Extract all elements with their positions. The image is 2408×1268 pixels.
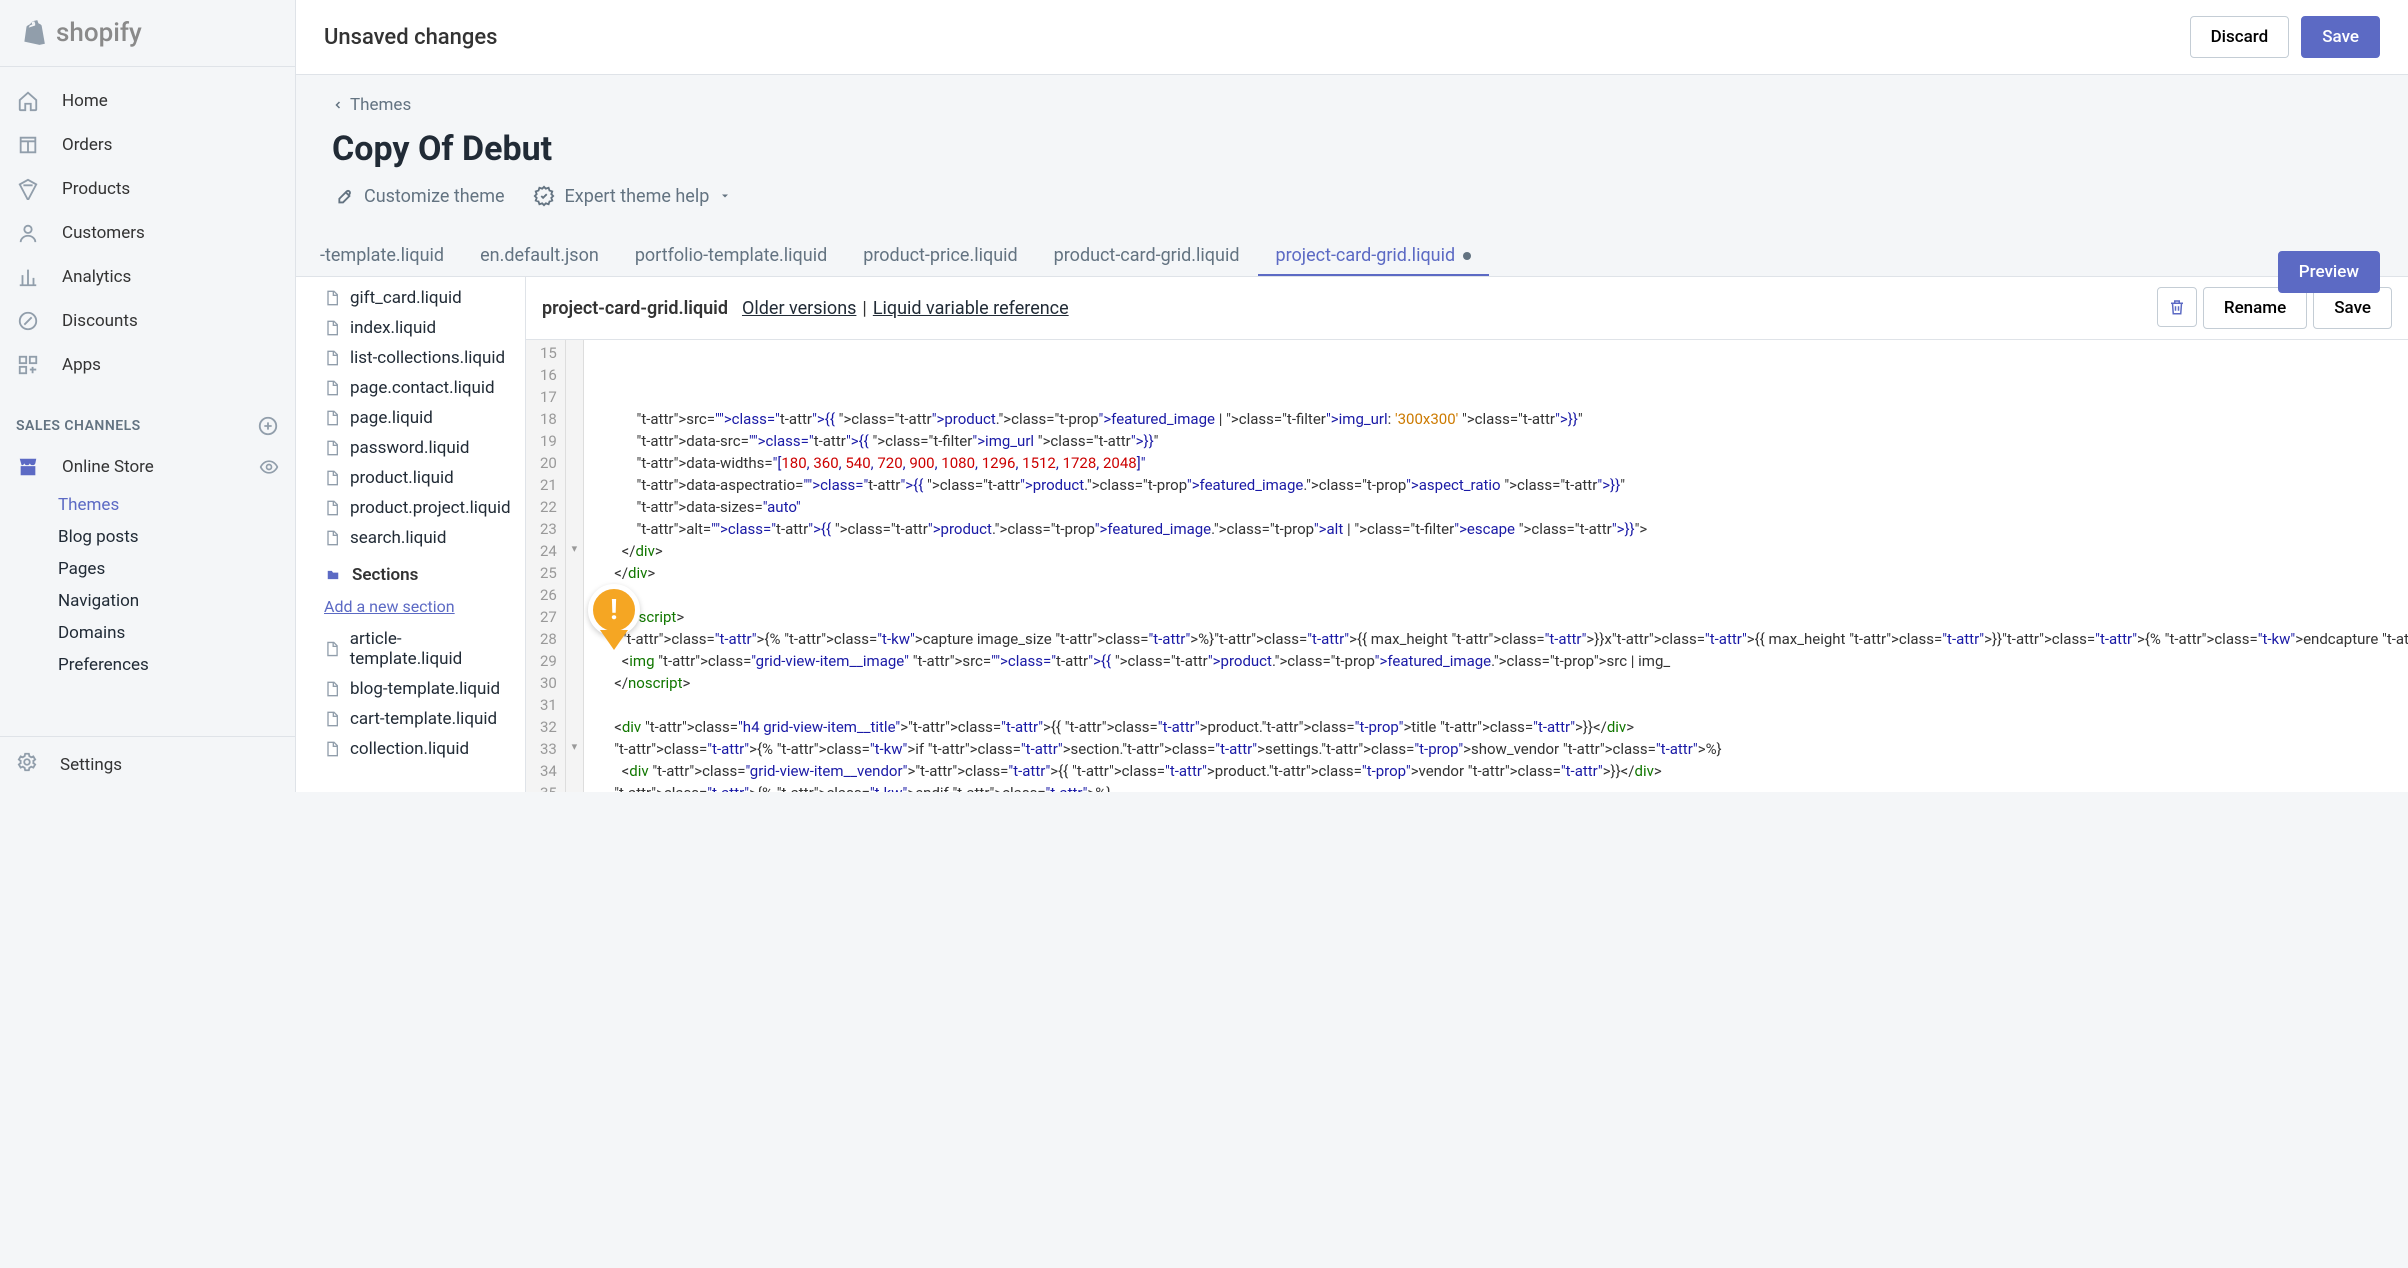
file-tab[interactable]: -template.liquid [302,237,462,276]
nav-sub-themes[interactable]: Themes [0,489,295,521]
file-icon [324,739,340,759]
nav-sub-domains[interactable]: Domains [0,617,295,649]
preview-button[interactable]: Preview [2278,251,2380,293]
file-icon [324,528,340,548]
orders-icon [16,133,40,157]
discard-button[interactable]: Discard [2190,16,2290,58]
apps-icon [16,353,40,377]
brush-icon [332,185,354,207]
topbar: Unsaved changes Discard Save [296,0,2408,75]
trash-icon [2168,297,2186,317]
expert-help-button[interactable]: Expert theme help [533,185,732,207]
file-tab[interactable]: portfolio-template.liquid [617,237,845,276]
delete-file-button[interactable] [2157,287,2197,327]
main: Unsaved changes Discard Save Themes Copy… [296,0,2408,792]
file-icon [324,498,340,518]
editor-toolbar: project-card-grid.liquid Older versions … [526,277,2408,340]
home-icon [16,89,40,113]
file-item[interactable]: collection.liquid [296,734,525,764]
file-icon [324,639,340,659]
file-item[interactable]: search.liquid [296,523,525,553]
file-icon [324,438,340,458]
nav-analytics[interactable]: Analytics [0,255,295,299]
file-item[interactable]: list-collections.liquid [296,343,525,373]
code-content[interactable]: ! "t-attr">src="">class="t-attr">{{ ">cl… [584,340,2408,792]
add-section-link[interactable]: Add a new section [296,589,525,624]
file-tab[interactable]: product-card-grid.liquid [1036,237,1258,276]
nav-discounts[interactable]: Discounts [0,299,295,343]
file-tabs: -template.liquiden.default.jsonportfolio… [296,207,2408,277]
nav-orders[interactable]: Orders [0,123,295,167]
line-number-gutter: 1516171819202122232425262728293031323334… [526,340,566,792]
add-channel-icon[interactable] [257,415,279,437]
sidebar: shopify Home Orders Products Customers A… [0,0,296,792]
tree-section-header[interactable]: Sections [296,553,525,589]
chevron-down-icon [719,190,731,202]
file-tab[interactable]: en.default.json [462,237,617,276]
gear-icon [16,751,38,778]
nav-apps[interactable]: Apps [0,343,295,387]
fold-gutter: ▾▾ [566,340,584,792]
badge-icon [533,185,555,207]
older-versions-link[interactable]: Older versions [742,298,856,319]
chevron-left-icon [332,96,344,114]
file-icon [324,288,340,308]
file-item[interactable]: page.contact.liquid [296,373,525,403]
customers-icon [16,221,40,245]
customize-theme-button[interactable]: Customize theme [332,185,505,207]
unsaved-changes-label: Unsaved changes [324,25,497,50]
file-item[interactable]: product.liquid [296,463,525,493]
nav-sub-blog-posts[interactable]: Blog posts [0,521,295,553]
editor-filename: project-card-grid.liquid [542,298,728,319]
nav-sub-pages[interactable]: Pages [0,553,295,585]
file-icon [324,468,340,488]
file-icon [324,318,340,338]
breadcrumb[interactable]: Themes [332,95,2372,115]
view-store-icon[interactable] [259,457,279,477]
file-item[interactable]: index.liquid [296,313,525,343]
nav-products[interactable]: Products [0,167,295,211]
file-item[interactable]: password.liquid [296,433,525,463]
save-file-button[interactable]: Save [2313,287,2392,329]
nav-home[interactable]: Home [0,79,295,123]
logo-text: shopify [56,18,142,48]
nav-customers[interactable]: Customers [0,211,295,255]
store-icon [16,455,40,479]
file-icon [324,378,340,398]
save-button[interactable]: Save [2301,16,2380,58]
liquid-reference-link[interactable]: Liquid variable reference [873,298,1069,319]
nav-online-store[interactable]: Online Store [0,445,295,489]
logo[interactable]: shopify [0,0,295,67]
nav-sub-preferences[interactable]: Preferences [0,649,295,681]
file-tab[interactable]: project-card-grid.liquid [1258,237,1490,276]
file-tab[interactable]: product-price.liquid [845,237,1035,276]
page-title: Copy Of Debut [332,129,2372,169]
folder-icon [324,568,342,582]
file-item[interactable]: page.liquid [296,403,525,433]
file-item[interactable]: blog-template.liquid [296,674,525,704]
file-icon [324,709,340,729]
nav-sub-navigation[interactable]: Navigation [0,585,295,617]
code-editor[interactable]: 1516171819202122232425262728293031323334… [526,340,2408,792]
file-icon [324,679,340,699]
file-item[interactable]: cart-template.liquid [296,704,525,734]
attention-marker: ! [588,540,640,610]
rename-button[interactable]: Rename [2203,287,2307,329]
file-icon [324,348,340,368]
discounts-icon [16,309,40,333]
products-icon [16,177,40,201]
file-item[interactable]: article-template.liquid [296,624,525,674]
file-icon [324,408,340,428]
analytics-icon [16,265,40,289]
nav-settings[interactable]: Settings [0,736,295,792]
file-item[interactable]: product.project.liquid [296,493,525,523]
sales-channels-header: SALES CHANNELS [0,399,295,445]
file-item[interactable]: gift_card.liquid [296,283,525,313]
file-tree: gift_card.liquidindex.liquidlist-collect… [296,277,526,792]
